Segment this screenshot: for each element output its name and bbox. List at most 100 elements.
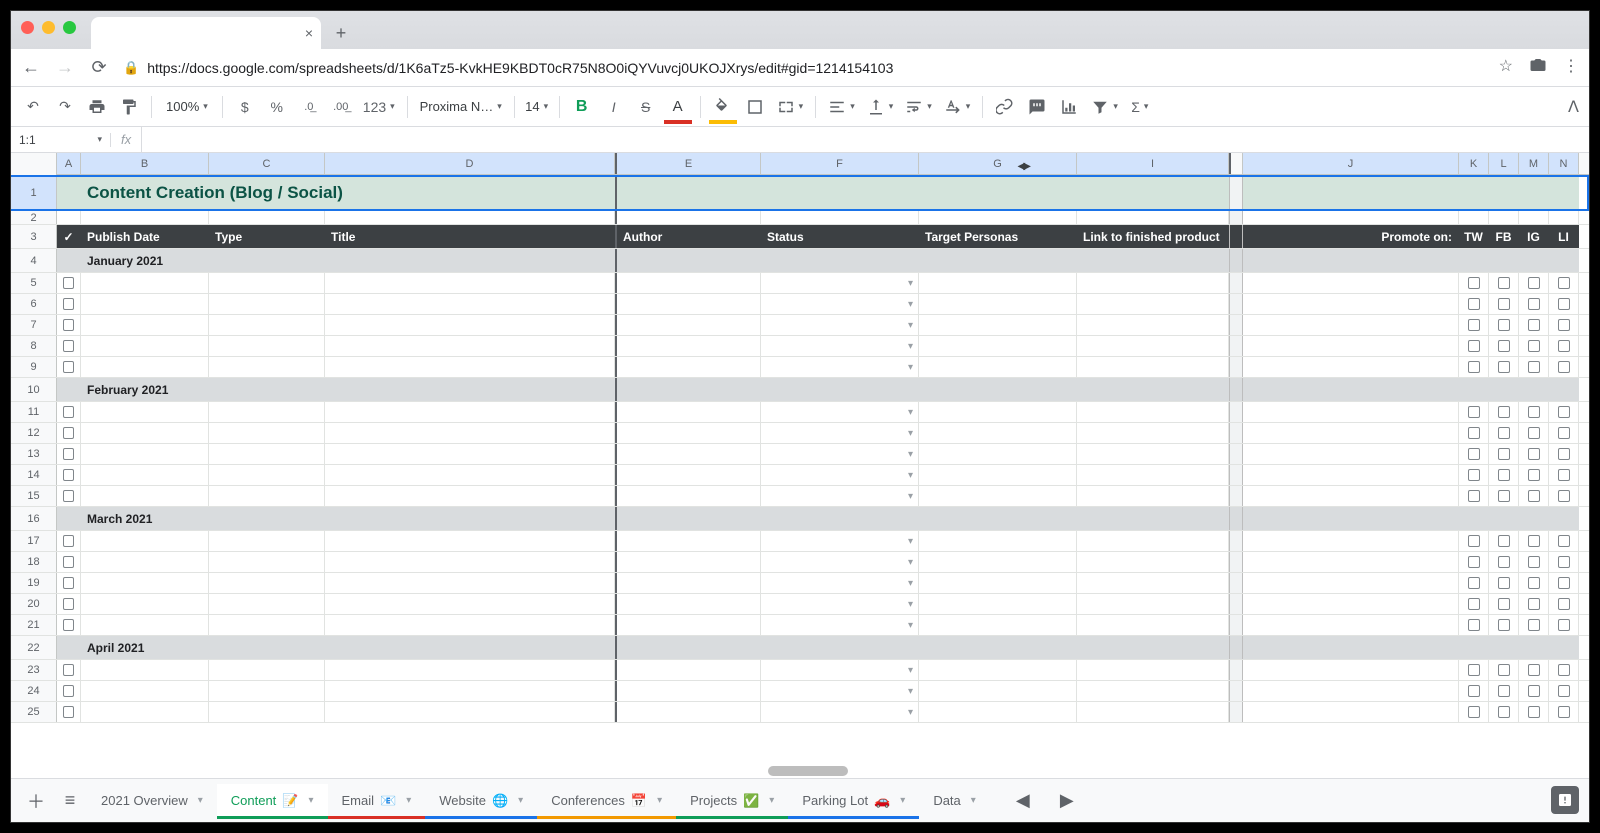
author-cell[interactable] (615, 681, 761, 701)
li-cell[interactable] (1549, 315, 1579, 335)
cell[interactable] (325, 507, 615, 530)
forward-button[interactable]: → (55, 57, 75, 78)
type-cell[interactable] (209, 486, 325, 506)
link-cell[interactable] (1077, 594, 1229, 614)
checkbox[interactable] (1498, 427, 1510, 439)
cell[interactable] (1459, 211, 1489, 224)
checkbox[interactable] (1528, 490, 1540, 502)
ig-cell[interactable] (1519, 681, 1549, 701)
done-cell[interactable] (57, 336, 81, 356)
checkbox[interactable] (1468, 427, 1480, 439)
cell[interactable] (1549, 507, 1579, 530)
col-header-E[interactable]: E (615, 153, 761, 174)
sheet-tab-2021 overview[interactable]: 2021 Overview ▾ (87, 784, 217, 818)
checkbox[interactable] (63, 490, 74, 502)
checkbox[interactable] (1468, 319, 1480, 331)
title-cell[interactable] (325, 402, 615, 422)
sheet-tab-email[interactable]: Email 📧 ▾ (328, 784, 426, 818)
sheet-tab-menu-icon[interactable]: ▾ (308, 795, 313, 806)
li-cell[interactable] (1549, 702, 1579, 722)
dropdown-arrow-icon[interactable]: ▾ (908, 491, 913, 502)
cell[interactable] (57, 177, 81, 209)
author-cell[interactable] (615, 465, 761, 485)
status-cell[interactable]: ▾ (761, 615, 919, 635)
checkbox[interactable] (63, 598, 74, 610)
checkbox[interactable] (1528, 469, 1540, 481)
tw-cell[interactable] (1459, 660, 1489, 680)
tw-cell[interactable] (1459, 594, 1489, 614)
publish-cell[interactable] (81, 423, 209, 443)
publish-cell[interactable] (81, 573, 209, 593)
horizontal-align-button[interactable] (824, 93, 859, 121)
status-cell[interactable]: ▾ (761, 702, 919, 722)
tw-cell[interactable] (1459, 357, 1489, 377)
cell[interactable] (1549, 211, 1579, 224)
tw-cell[interactable] (1459, 552, 1489, 572)
done-cell[interactable] (57, 294, 81, 314)
checkbox[interactable] (1558, 619, 1570, 631)
dropdown-arrow-icon[interactable]: ▾ (908, 299, 913, 310)
promote-cell[interactable] (1243, 531, 1459, 551)
window-minimize-button[interactable] (42, 21, 55, 34)
paint-format-button[interactable] (115, 93, 143, 121)
type-cell[interactable] (209, 681, 325, 701)
cell[interactable] (325, 636, 615, 659)
type-cell[interactable] (209, 315, 325, 335)
row-header-9[interactable]: 9 (11, 357, 57, 377)
status-cell[interactable]: ▾ (761, 486, 919, 506)
checkbox[interactable] (1498, 340, 1510, 352)
dropdown-arrow-icon[interactable]: ▾ (908, 578, 913, 589)
checkbox[interactable] (1498, 490, 1510, 502)
checkbox[interactable] (1468, 685, 1480, 697)
fb-cell[interactable] (1489, 465, 1519, 485)
sheet-tab-conferences[interactable]: Conferences 📅 ▾ (537, 784, 676, 818)
row-header-20[interactable]: 20 (11, 594, 57, 614)
reload-button[interactable]: ⟳ (89, 57, 109, 78)
checkbox[interactable] (1558, 535, 1570, 547)
add-sheet-button[interactable]: ＋ (19, 784, 53, 818)
type-cell[interactable] (209, 702, 325, 722)
tw-cell[interactable] (1459, 486, 1489, 506)
sheet-tab-parking lot[interactable]: Parking Lot 🚗 ▾ (788, 784, 919, 818)
checkbox[interactable] (1498, 619, 1510, 631)
row-header-1[interactable]: 1 (11, 177, 57, 209)
link-cell[interactable] (1077, 552, 1229, 572)
done-cell[interactable] (57, 486, 81, 506)
col-header-I[interactable]: I (1077, 153, 1229, 174)
cell[interactable] (1077, 211, 1229, 224)
fb-cell[interactable] (1489, 573, 1519, 593)
status-cell[interactable]: ▾ (761, 465, 919, 485)
formula-input[interactable] (141, 127, 1589, 152)
type-cell[interactable] (209, 444, 325, 464)
ig-cell[interactable] (1519, 531, 1549, 551)
cell[interactable] (1519, 211, 1549, 224)
fb-cell[interactable] (1489, 357, 1519, 377)
fb-cell[interactable] (1489, 594, 1519, 614)
publish-cell[interactable] (81, 486, 209, 506)
promote-cell[interactable] (1243, 573, 1459, 593)
text-rotation-button[interactable] (940, 93, 975, 121)
done-cell[interactable] (57, 465, 81, 485)
horizontal-scrollbar[interactable] (768, 766, 848, 776)
fb-cell[interactable] (1489, 336, 1519, 356)
cell[interactable] (761, 249, 919, 272)
author-cell[interactable] (615, 273, 761, 293)
li-cell[interactable] (1549, 531, 1579, 551)
type-cell[interactable] (209, 357, 325, 377)
title-cell[interactable] (325, 336, 615, 356)
cell[interactable] (615, 249, 761, 272)
checkbox[interactable] (1528, 619, 1540, 631)
type-cell[interactable] (209, 465, 325, 485)
type-cell[interactable] (209, 615, 325, 635)
publish-cell[interactable] (81, 552, 209, 572)
status-cell[interactable]: ▾ (761, 552, 919, 572)
author-cell[interactable] (615, 294, 761, 314)
cell[interactable] (1519, 177, 1549, 209)
tab-close-icon[interactable]: × (305, 25, 313, 41)
checkbox[interactable] (63, 319, 74, 331)
dropdown-arrow-icon[interactable]: ▾ (908, 341, 913, 352)
status-cell[interactable]: ▾ (761, 444, 919, 464)
row-header-11[interactable]: 11 (11, 402, 57, 422)
status-cell[interactable]: ▾ (761, 336, 919, 356)
browser-menu-icon[interactable]: ⋮ (1563, 56, 1579, 79)
